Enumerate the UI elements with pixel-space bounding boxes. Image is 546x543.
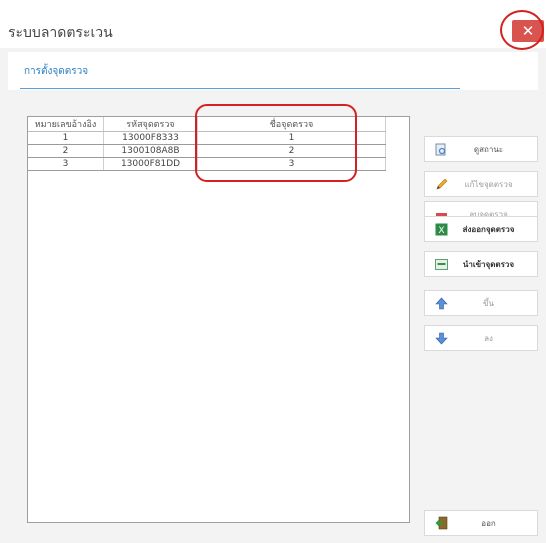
cell-checkpoint-code: 1300108A8B: [103, 144, 198, 158]
arrow-down-icon: [434, 331, 448, 345]
patrol-system-window: ระบบลาดตระเวน ✕ การตั้งจุดตรวจ หมายเลขอ้…: [0, 0, 546, 543]
close-button-annotation: [500, 10, 544, 50]
edit-checkpoint-button[interactable]: แก้ไขจุดตรวจ: [424, 171, 538, 197]
title-bar: ระบบลาดตระเวน ✕: [0, 0, 546, 50]
arrow-up-icon: [434, 296, 448, 310]
move-down-button[interactable]: ลง: [424, 325, 538, 351]
svg-text:X: X: [438, 226, 444, 236]
tab-underline: [20, 88, 460, 89]
import-checkpoint-button[interactable]: นำเข้าจุดตรวจ: [424, 251, 538, 277]
cell-reference: 1: [28, 131, 104, 145]
view-status-button[interactable]: ดูสถานะ: [424, 136, 538, 162]
view-icon: [434, 142, 448, 156]
edit-checkpoint-label: แก้ไขจุดตรวจ: [464, 179, 513, 189]
cell-reference: 3: [28, 157, 104, 171]
checkpoint-name-annotation: [195, 104, 357, 182]
import-icon: [434, 257, 448, 271]
column-header-checkpoint-code[interactable]: รหัสจุดตรวจ: [103, 117, 198, 132]
exit-icon: [434, 516, 448, 530]
tab-checkpoint-setup[interactable]: การตั้งจุดตรวจ: [24, 64, 88, 79]
move-up-button[interactable]: ขึ้น: [424, 290, 538, 316]
export-checkpoint-label: ส่งออกจุดตรวจ: [462, 224, 515, 234]
pencil-icon: [434, 177, 448, 191]
export-checkpoint-button[interactable]: X ส่งออกจุดตรวจ: [424, 216, 538, 242]
cell-checkpoint-code: 13000F8333: [103, 131, 198, 145]
column-header-reference[interactable]: หมายเลขอ้างอิง: [28, 117, 104, 132]
exit-label: ออก: [481, 518, 496, 528]
window-title: ระบบลาดตระเวน: [8, 25, 113, 41]
move-up-label: ขึ้น: [483, 298, 494, 308]
cell-checkpoint-code: 13000F81DD: [103, 157, 198, 171]
cell-reference: 2: [28, 144, 104, 158]
move-down-label: ลง: [484, 333, 493, 343]
view-status-label: ดูสถานะ: [473, 144, 504, 154]
excel-icon: X: [434, 222, 448, 236]
exit-button[interactable]: ออก: [424, 510, 538, 536]
import-checkpoint-label: นำเข้าจุดตรวจ: [462, 259, 515, 269]
tab-strip: การตั้งจุดตรวจ: [8, 52, 538, 90]
